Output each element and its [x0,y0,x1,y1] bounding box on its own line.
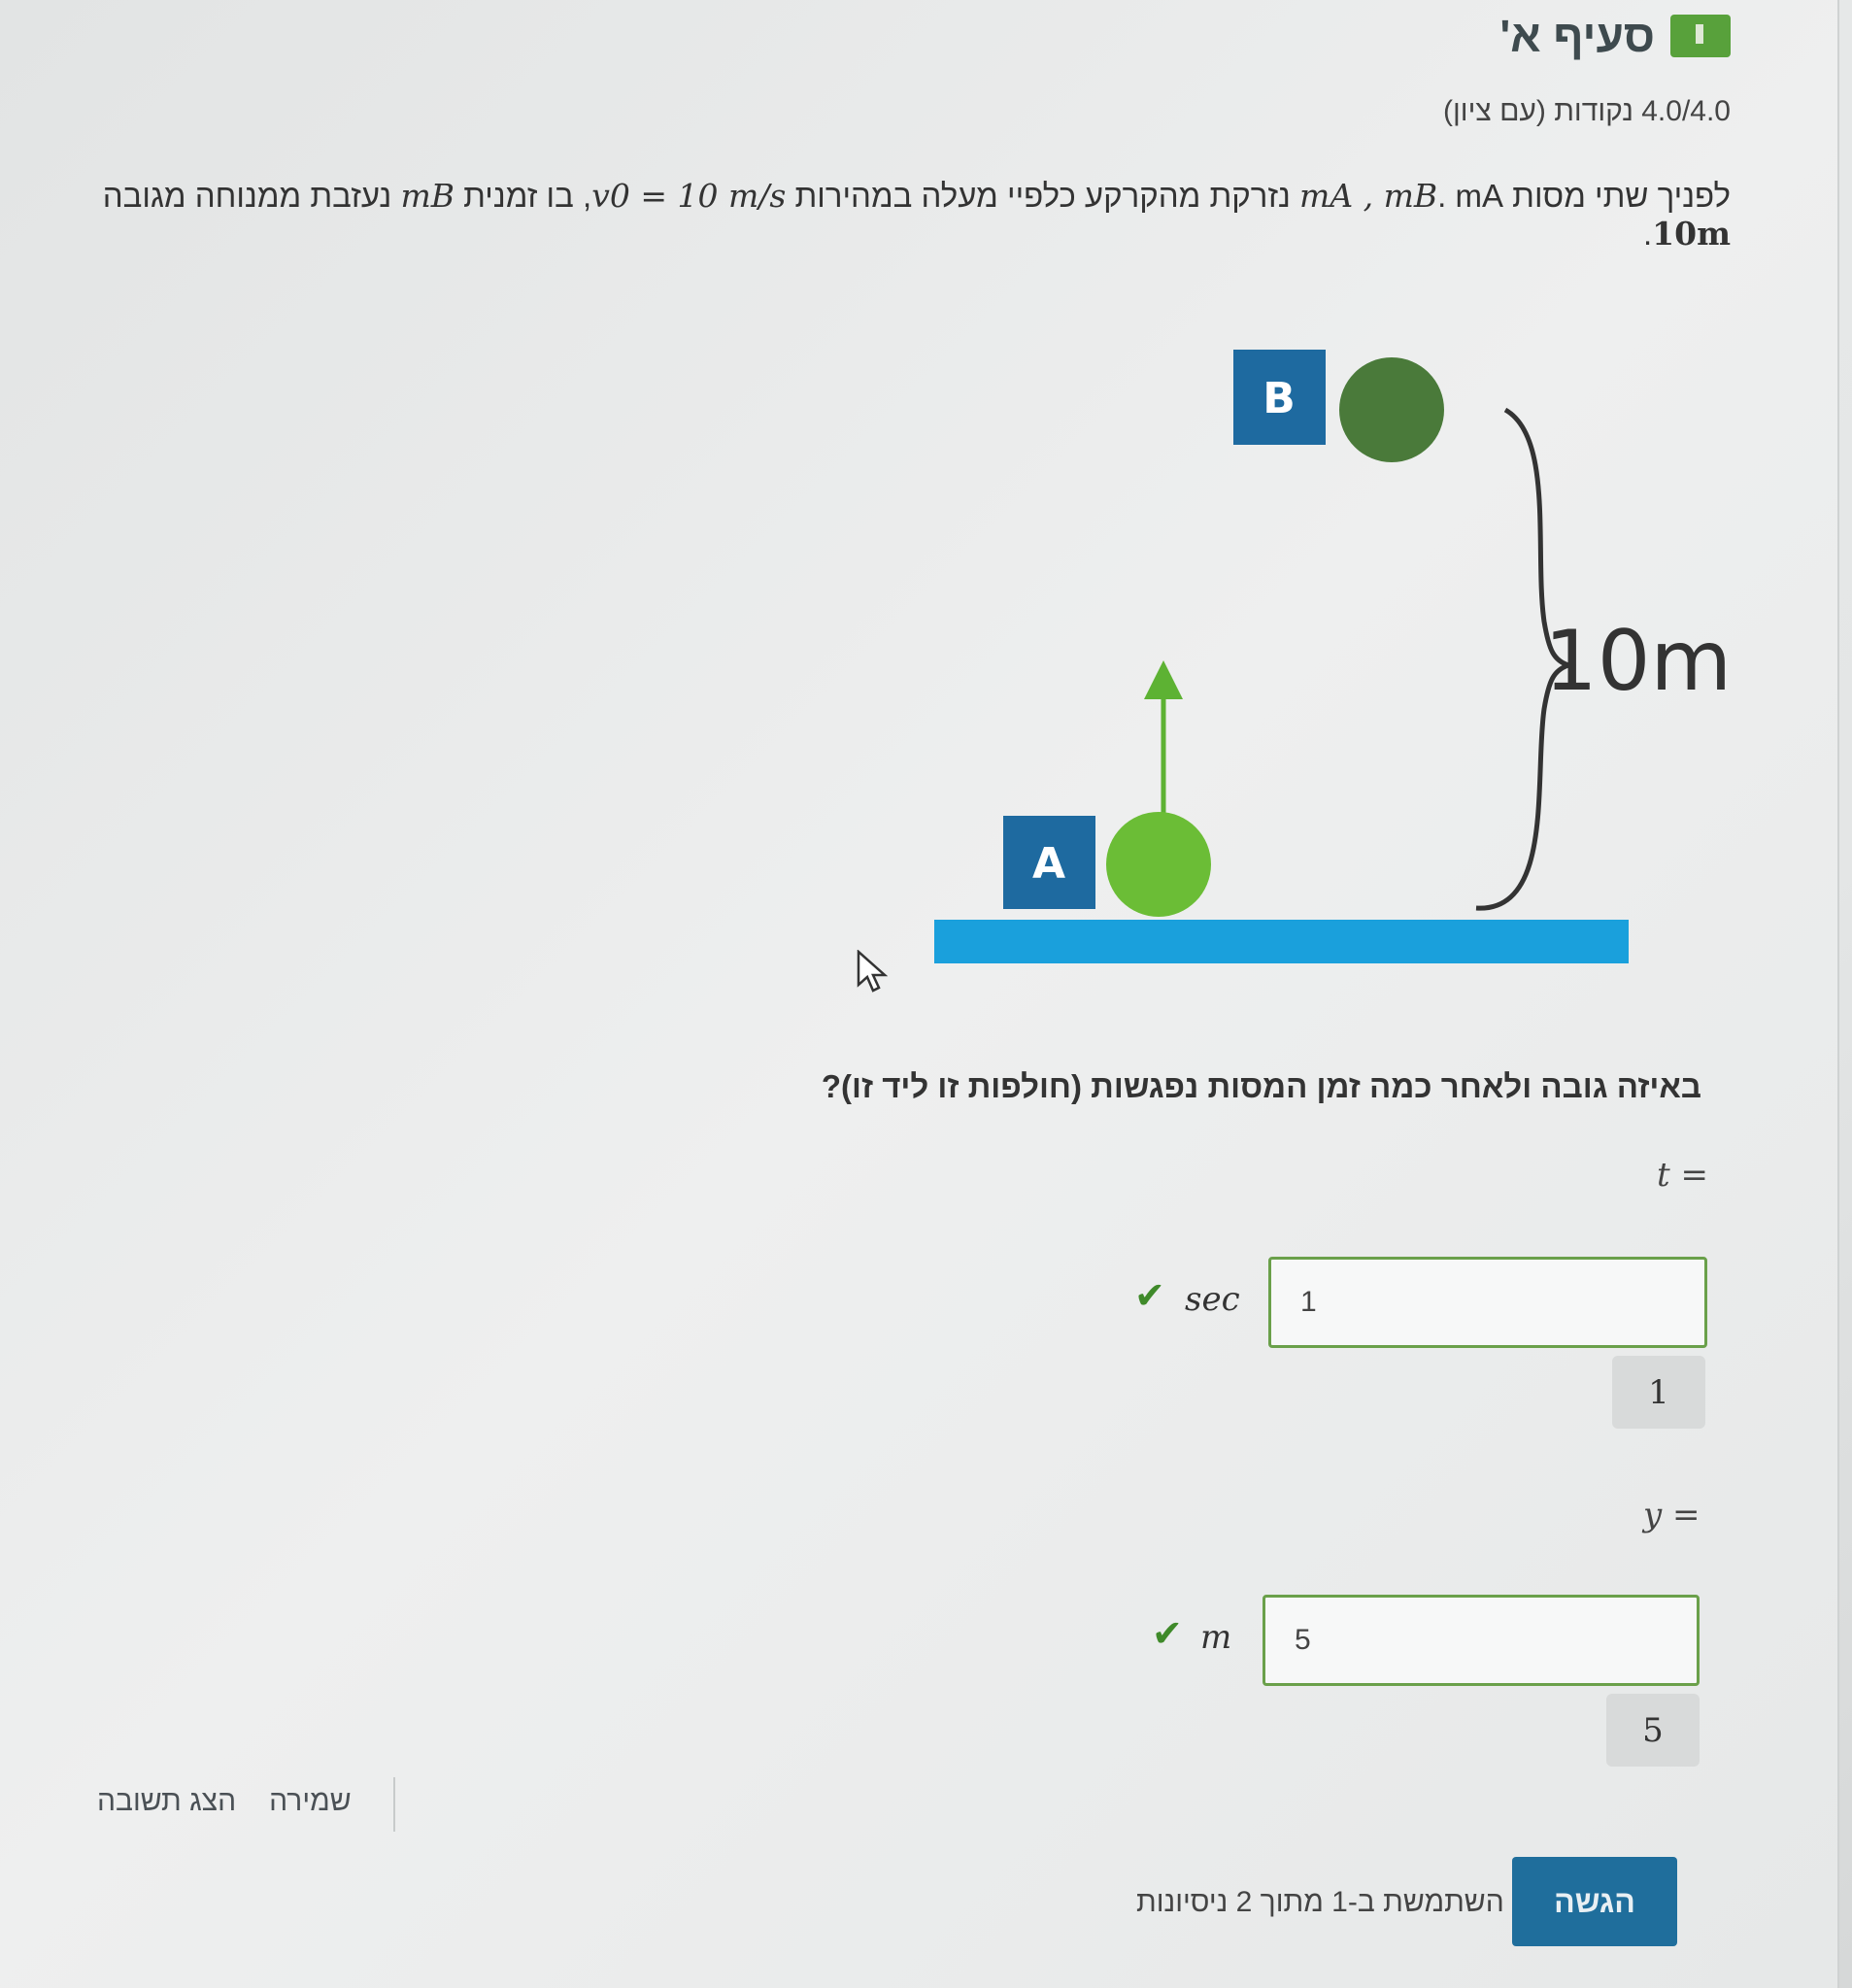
points-label: 4.0/4.0 נקודות (עם ציון) [1443,95,1731,127]
y-unit: m [1200,1618,1232,1657]
check-icon: ✔ [1134,1276,1165,1317]
ground [934,920,1629,963]
check-icon: ✔ [1152,1614,1183,1655]
arrow-head [1144,660,1183,699]
show-answer-link[interactable]: הצג תשובה [97,1785,236,1818]
footer-links: שמירה הצג תשובה [97,1785,352,1818]
problem-card: סעיף א' 4.0/4.0 נקודות (עם ציון) לפניך ש… [0,0,1839,1988]
y-feedback: 5 [1606,1694,1700,1767]
problem-text-1: לפניך שתי מסות [1503,178,1731,214]
box-b-label: B [1263,374,1296,423]
problem-text-3: , בו זמנית [454,178,592,214]
section-header: סעיף א' [1499,10,1731,62]
box-a-label: A [1032,839,1065,889]
ball-b [1339,357,1444,462]
t-input[interactable]: 1 [1268,1257,1707,1348]
ball-a [1106,812,1211,917]
submit-button[interactable]: הגשה [1512,1857,1677,1946]
question-text: באיזה גובה ולאחר כמה זמן המסות נפגשות (ח… [821,1068,1701,1104]
v0-math: v0 = 10 m/s [591,177,787,215]
height-math: 10m [1652,215,1731,253]
save-link[interactable]: שמירה [269,1785,351,1818]
t-feedback: 1 [1612,1356,1705,1429]
problem-text-5: . [1642,216,1653,252]
problem-statement: לפניך שתי מסות mA , mB. mA נזרקת מהקרקע … [80,177,1731,253]
footer-divider [393,1777,395,1832]
physics-diagram: B 10m A [934,350,1732,963]
problem-text-4: נעזבת ממנוחה מגובה [102,178,401,214]
y-label: y = [1643,1496,1700,1534]
mouse-cursor-icon [857,950,888,993]
flag-icon [1670,15,1731,57]
masses-math: mA , mB [1299,177,1438,215]
height-label: 10m [1544,613,1732,710]
t-unit: sec [1185,1280,1240,1319]
t-label: t = [1657,1156,1708,1195]
mb-math: mB [400,177,455,215]
section-title: סעיף א' [1499,11,1655,61]
attempts-text: השתמשת ב-1 מתוך 2 ניסיונות [1136,1886,1504,1918]
y-input[interactable]: 5 [1263,1595,1700,1686]
